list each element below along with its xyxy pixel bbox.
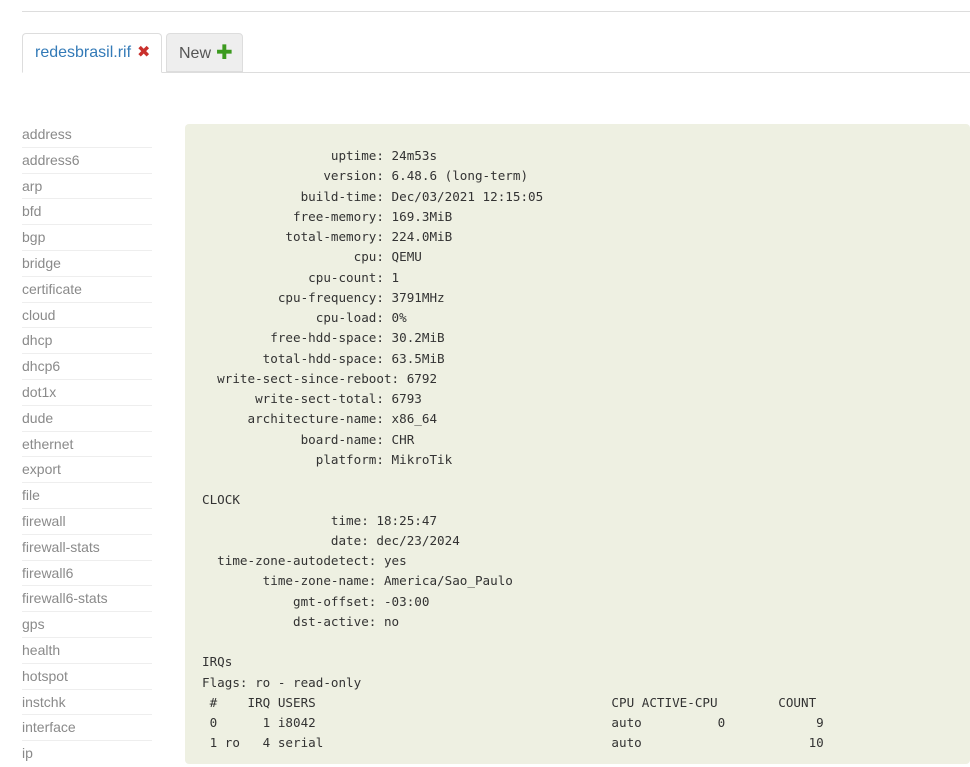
sidebar-item-interface[interactable]: interface xyxy=(22,715,152,742)
sidebar-item-gps[interactable]: gps xyxy=(22,612,152,638)
tab-new[interactable]: New ✚ xyxy=(166,33,243,72)
sidebar-item-bfd[interactable]: bfd xyxy=(22,199,152,226)
sidebar-item-ethernet[interactable]: ethernet xyxy=(22,432,152,458)
sidebar-item-instchk[interactable]: instchk xyxy=(22,690,152,716)
sidebar-item-address6[interactable]: address6 xyxy=(22,148,152,174)
sidebar-item-firewall6[interactable]: firewall6 xyxy=(22,561,152,587)
sidebar-item-health[interactable]: health xyxy=(22,638,152,664)
sidebar-item-cloud[interactable]: cloud xyxy=(22,303,152,329)
sidebar: address address6 arp bfd bgp bridge cert… xyxy=(22,122,152,767)
sidebar-item-hotspot[interactable]: hotspot xyxy=(22,664,152,690)
output-panel: uptime: 24m53s version: 6.48.6 (long-ter… xyxy=(185,124,970,764)
tab-label: New xyxy=(179,45,212,62)
sidebar-item-dhcp[interactable]: dhcp xyxy=(22,328,152,355)
sidebar-item-dhcp6[interactable]: dhcp6 xyxy=(22,354,152,380)
sidebar-item-bridge[interactable]: bridge xyxy=(22,251,152,277)
sidebar-item-dot1x[interactable]: dot1x xyxy=(22,380,152,406)
sidebar-item-file[interactable]: file xyxy=(22,483,152,509)
plus-icon: ✚ xyxy=(216,42,233,64)
sidebar-item-certificate[interactable]: certificate xyxy=(22,277,152,303)
sidebar-item-arp[interactable]: arp xyxy=(22,174,152,200)
sidebar-item-firewall6-stats[interactable]: firewall6-stats xyxy=(22,586,152,613)
tab-bar: redesbrasil.rif ✖ New ✚ xyxy=(22,33,970,73)
sidebar-item-ip[interactable]: ip xyxy=(22,741,152,767)
sidebar-item-firewall-stats[interactable]: firewall-stats xyxy=(22,535,152,561)
close-icon[interactable]: ✖ xyxy=(137,34,150,71)
sidebar-item-bgp[interactable]: bgp xyxy=(22,225,152,251)
sidebar-item-firewall[interactable]: firewall xyxy=(22,509,152,535)
sidebar-item-dude[interactable]: dude xyxy=(22,406,152,432)
command-output: uptime: 24m53s version: 6.48.6 (long-ter… xyxy=(202,148,824,751)
top-divider xyxy=(22,11,970,12)
tab-label: redesbrasil.rif xyxy=(35,44,132,61)
sidebar-item-address[interactable]: address xyxy=(22,122,152,148)
tab-redesbrasil[interactable]: redesbrasil.rif ✖ xyxy=(22,33,162,73)
sidebar-item-export[interactable]: export xyxy=(22,457,152,484)
